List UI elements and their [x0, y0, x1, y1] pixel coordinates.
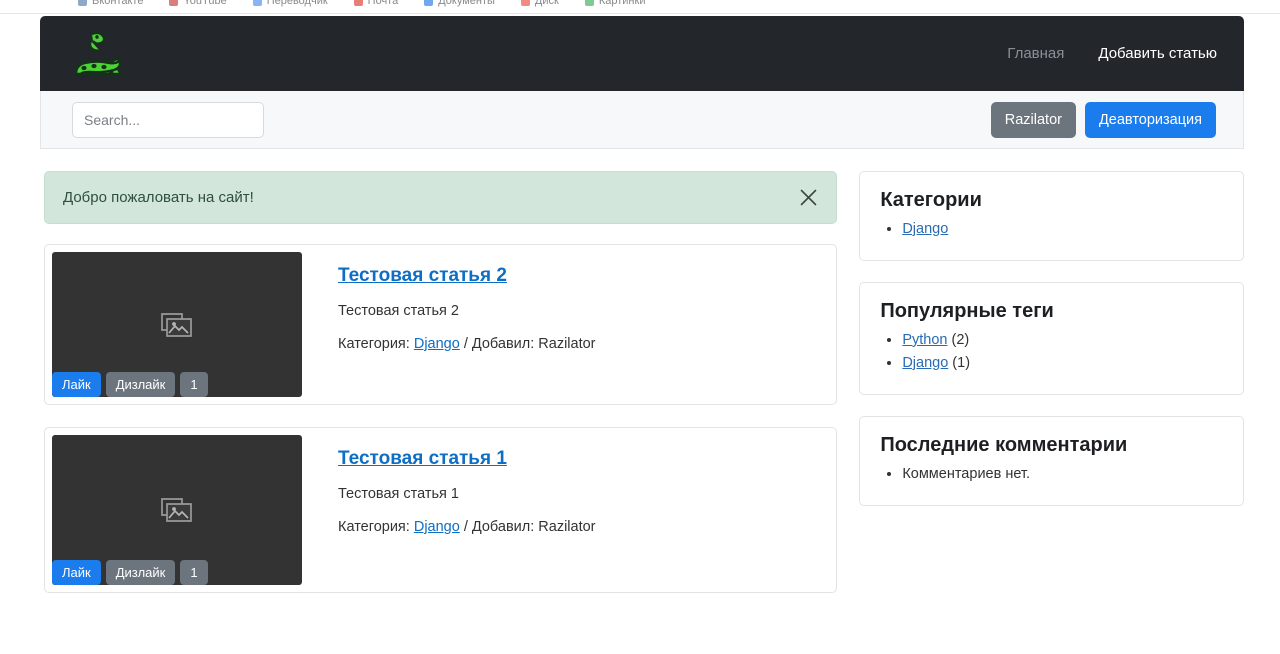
article-body: Тестовая статья 1 Тестовая статья 1 Кате… [302, 435, 612, 585]
username-button[interactable]: Razilator [990, 101, 1076, 138]
bookmark-label: Почта [367, 0, 399, 7]
widget-popular-tags: Популярные теги Python (2) Django (1) [859, 281, 1244, 395]
like-button[interactable]: Лайк [52, 560, 101, 585]
article-title-link[interactable]: Тестовая статья 2 [338, 265, 507, 287]
favicon-icon [520, 0, 530, 6]
image-placeholder-icon [161, 312, 192, 337]
favicon-icon [252, 0, 262, 6]
article-excerpt: Тестовая статья 1 [338, 486, 459, 502]
widget-latest-comments: Последние комментарии Комментариев нет. [859, 415, 1244, 506]
widget-categories: Категории Django [859, 171, 1244, 261]
favicon-icon [78, 0, 87, 6]
article-category-link[interactable]: Django [414, 519, 460, 535]
article-category-label: Категория: [338, 519, 414, 535]
list-item: Django (1) [902, 352, 1223, 375]
dislike-button[interactable]: Дизлайк [105, 560, 176, 585]
bookmark-label: Картинки [598, 0, 646, 7]
widget-comments-title: Последние комментарии [880, 433, 1128, 456]
widget-categories-title: Категории [880, 189, 982, 211]
bookmark-label: YouTube [183, 0, 227, 7]
tag-link-python[interactable]: Python [902, 332, 947, 348]
logout-button[interactable]: Деавторизация [1084, 101, 1216, 138]
like-count-badge: 1 [180, 372, 208, 397]
page-container: Главная Добавить статью Razilator Деавто… [40, 16, 1244, 615]
favicon-icon [353, 0, 363, 6]
article-author-label: / Добавил: [459, 519, 539, 535]
nav-link-home[interactable]: Главная [1007, 45, 1064, 62]
tag-link-django[interactable]: Django [902, 355, 948, 371]
bookmark-label: Вконтакте [92, 0, 144, 7]
content-area: Добро пожаловать на сайт! Тестовая стать… [40, 149, 1244, 615]
article-card: Тестовая статья 1 Тестовая статья 1 Кате… [44, 427, 838, 593]
bookmark-item[interactable]: Почта [353, 0, 399, 7]
category-link-django[interactable]: Django [902, 221, 948, 237]
list-item: Django [902, 218, 1223, 241]
search-auth-bar: Razilator Деавторизация [40, 91, 1244, 149]
navbar: Главная Добавить статью [40, 16, 1244, 91]
article-meta: Категория: Django / Добавил: Razilator [338, 519, 596, 535]
article-actions: Лайк Дизлайк 1 [52, 560, 208, 585]
article-excerpt: Тестовая статья 2 [338, 303, 459, 319]
favicon-icon [169, 0, 179, 6]
favicon-icon [424, 0, 434, 6]
article-title-link[interactable]: Тестовая статья 1 [338, 448, 507, 470]
bookmark-label: Переводчик [266, 0, 328, 7]
tag-count: (1) [952, 354, 971, 371]
dislike-button[interactable]: Дизлайк [105, 372, 176, 397]
close-icon [800, 189, 817, 206]
tag-count: (2) [951, 331, 970, 348]
like-button[interactable]: Лайк [52, 372, 101, 397]
search-input[interactable] [72, 101, 264, 138]
categories-list: Django [880, 218, 1223, 241]
widget-tags-title: Популярные теги [880, 299, 1054, 322]
bookmark-label: Диск [534, 0, 559, 7]
tags-list: Python (2) Django (1) [880, 329, 1223, 375]
browser-bookmarks-bar: Вконтакте YouTube Переводчик Почта Докум… [0, 0, 1280, 14]
articles-column: Добро пожаловать на сайт! Тестовая стать… [44, 171, 838, 615]
article-meta: Категория: Django / Добавил: Razilator [338, 336, 596, 352]
bookmark-item[interactable]: Вконтакте [78, 0, 143, 7]
sidebar: Категории Django Популярные теги Python … [859, 171, 1244, 615]
bookmark-item[interactable]: Документы [424, 0, 495, 7]
list-item: Python (2) [902, 329, 1223, 352]
welcome-alert: Добро пожаловать на сайт! [44, 171, 838, 224]
bookmark-item[interactable]: Картинки [584, 0, 646, 7]
like-count-badge: 1 [180, 560, 208, 585]
article-body: Тестовая статья 2 Тестовая статья 2 Кате… [302, 252, 612, 397]
alert-message: Добро пожаловать на сайт! [63, 189, 254, 206]
article-category-link[interactable]: Django [414, 336, 460, 352]
favicon-icon [584, 0, 594, 6]
bookmark-list: Вконтакте YouTube Переводчик Почта Докум… [0, 0, 1280, 11]
bookmark-item[interactable]: Диск [520, 0, 559, 7]
article-author-label: / Добавил: [459, 336, 539, 352]
comments-list: Комментариев нет. [880, 463, 1223, 486]
auth-buttons: Razilator Деавторизация [990, 101, 1216, 138]
bookmark-label: Документы [438, 0, 495, 7]
bookmark-item[interactable]: YouTube [169, 0, 227, 7]
list-item-empty: Комментариев нет. [902, 463, 1223, 486]
snake-logo-icon [74, 31, 122, 75]
bookmark-item[interactable]: Переводчик [252, 0, 328, 7]
site-logo-link[interactable] [70, 28, 126, 80]
article-author: Razilator [538, 336, 596, 352]
article-category-label: Категория: [338, 336, 414, 352]
image-placeholder-icon [161, 498, 192, 522]
alert-close-button[interactable] [796, 186, 820, 210]
article-actions: Лайк Дизлайк 1 [52, 372, 208, 397]
navbar-links: Главная Добавить статью [1007, 45, 1217, 62]
article-card: Тестовая статья 2 Тестовая статья 2 Кате… [44, 244, 838, 405]
article-author: Razilator [538, 519, 596, 535]
nav-link-add-article[interactable]: Добавить статью [1098, 45, 1217, 62]
